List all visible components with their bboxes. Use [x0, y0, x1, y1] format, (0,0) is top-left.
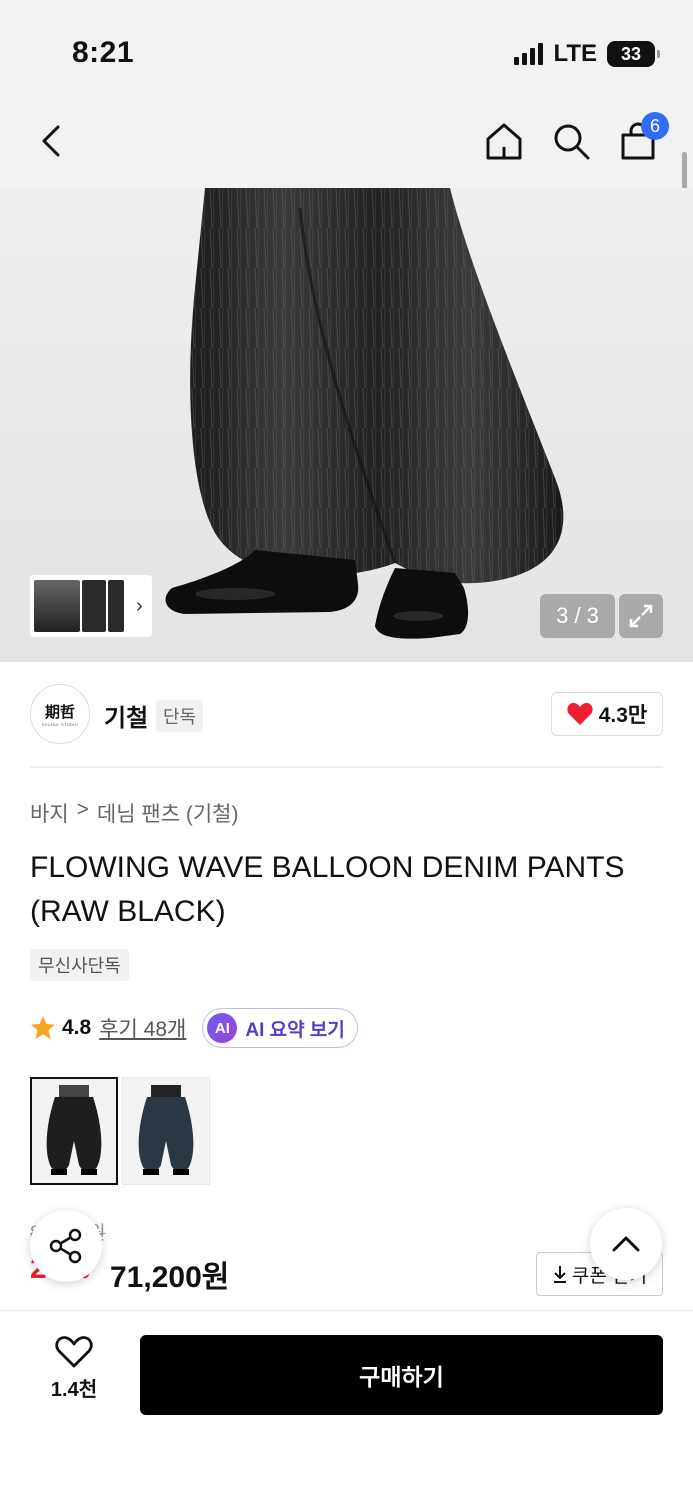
- price-section: 89,000원 20% 71,200원 쿠폰 받기: [30, 1212, 663, 1298]
- brand-row: 期哲 KIICHUL STUDIO 기철 단독 4.3만: [0, 662, 693, 766]
- brand-exclusive-tag: 단독: [156, 700, 204, 732]
- brand-like-button[interactable]: 4.3만: [551, 692, 663, 736]
- scroll-to-top-button[interactable]: [590, 1208, 662, 1280]
- heart-outline-icon: [55, 1336, 93, 1368]
- home-button[interactable]: [481, 118, 527, 164]
- buy-button[interactable]: 구매하기: [140, 1335, 663, 1415]
- chevron-up-icon: [612, 1236, 640, 1252]
- color-options: [30, 1077, 210, 1185]
- heart-filled-icon: [567, 702, 593, 725]
- brand-logo[interactable]: 期哲 KIICHUL STUDIO: [30, 684, 90, 744]
- image-page-counter: 3 / 3: [540, 594, 615, 638]
- breadcrumb-category[interactable]: 바지: [30, 798, 69, 828]
- product-image-gallery[interactable]: › 3 / 3: [0, 188, 693, 662]
- brand-logo-subtext: KIICHUL STUDIO: [41, 722, 79, 727]
- exclusive-tag: 무신사단독: [30, 949, 129, 981]
- wishlist-button[interactable]: 1.4천: [30, 1335, 118, 1402]
- divider: [30, 766, 663, 768]
- network-label: LTE: [553, 40, 597, 67]
- chevron-left-icon: [42, 125, 60, 157]
- color-option-image: [46, 1085, 102, 1175]
- bottom-action-bar: 1.4천 구매하기: [0, 1310, 693, 1500]
- rating-row: 4.8 후기 48개 AI AI 요약 보기: [30, 1008, 358, 1048]
- thumbnail-image[interactable]: [108, 580, 124, 632]
- brand-name-link[interactable]: 기철: [104, 698, 148, 733]
- product-title: FLOWING WAVE BALLOON DENIM PANTS (RAW BL…: [30, 851, 625, 928]
- share-icon: [49, 1228, 82, 1264]
- status-bar: 8:21 LTE 33: [0, 0, 693, 100]
- cart-button[interactable]: 6: [615, 112, 669, 164]
- status-indicators: LTE 33: [514, 40, 660, 68]
- search-icon: [554, 124, 590, 160]
- home-icon: [486, 123, 522, 160]
- battery-icon: 33: [607, 41, 660, 67]
- wishlist-count: 1.4천: [50, 1379, 98, 1401]
- expand-image-button[interactable]: [619, 594, 663, 638]
- star-icon: [31, 1016, 55, 1039]
- expand-icon: [629, 604, 653, 628]
- ai-summary-button[interactable]: AI AI 요약 보기: [202, 1008, 358, 1048]
- color-option-blue[interactable]: [122, 1077, 210, 1185]
- share-button[interactable]: [30, 1210, 102, 1282]
- thumbnail-strip[interactable]: ›: [30, 575, 152, 637]
- color-option-raw-black[interactable]: [30, 1077, 118, 1185]
- signal-icon: [514, 43, 544, 65]
- thumbnail-image[interactable]: [82, 580, 106, 632]
- review-count-link[interactable]: 후기 48개: [99, 1013, 186, 1043]
- ai-summary-label: AI 요약 보기: [245, 1019, 345, 1041]
- brand-like-count: 4.3만: [598, 704, 648, 727]
- color-option-image: [138, 1085, 194, 1175]
- top-nav-bar: 6: [0, 100, 693, 188]
- breadcrumb-separator: >: [76, 798, 89, 821]
- brand-logo-text: 期哲: [44, 703, 75, 721]
- back-button[interactable]: [30, 118, 76, 164]
- search-button[interactable]: [548, 118, 594, 164]
- breadcrumb: 바지 > 데님 팬츠 (기철): [30, 798, 238, 828]
- status-time: 8:21: [72, 36, 135, 69]
- cart-count-badge: 6: [641, 112, 669, 140]
- ai-badge-icon: AI: [207, 1013, 238, 1043]
- sale-price: 71,200원: [110, 1261, 230, 1294]
- download-icon: [553, 1266, 566, 1283]
- rating-value: 4.8: [62, 1016, 92, 1039]
- breadcrumb-subcategory[interactable]: 데님 팬츠 (기철): [97, 798, 239, 828]
- thumbnail-image[interactable]: [34, 580, 80, 632]
- chevron-right-icon: ›: [136, 594, 143, 617]
